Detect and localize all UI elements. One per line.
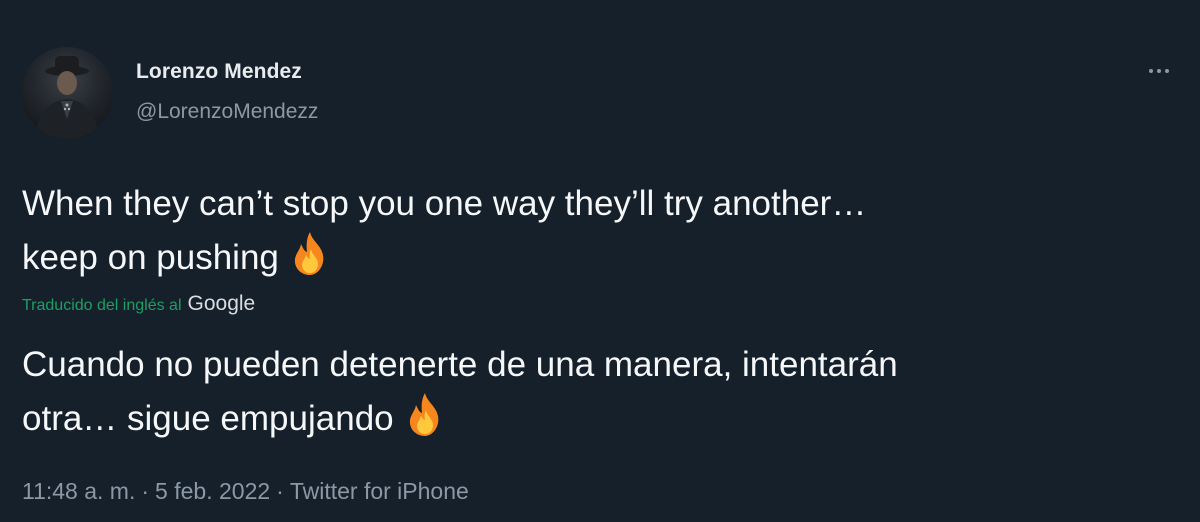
avatar[interactable]: [21, 47, 113, 139]
meta-separator: ·: [276, 478, 284, 504]
author-handle[interactable]: @LorenzoMendezz: [136, 100, 318, 124]
meta-separator: ·: [141, 478, 150, 504]
tweet-card: Lorenzo Mendez @LorenzoMendezz When they…: [0, 0, 1200, 522]
translation-label[interactable]: Traducido del inglés al: [22, 297, 182, 315]
author-display-name[interactable]: Lorenzo Mendez: [136, 60, 302, 84]
tweet-text-line-1: When they can’t stop you one way they’ll…: [22, 184, 867, 223]
translation-attribution: Traducido del inglés al Google: [22, 292, 255, 316]
tweet-text-line-2: keep on pushing: [22, 238, 279, 277]
more-options-icon[interactable]: [1142, 58, 1176, 84]
tweet-metadata: 11:48 a. m. · 5 feb. 2022 · Twitter for iPho…: [22, 478, 469, 505]
tweet-date[interactable]: 5 feb. 2022: [155, 478, 270, 504]
google-logo: Google: [187, 292, 256, 315]
tweet-time[interactable]: 11:48 a. m.: [22, 478, 135, 504]
translated-text: Cuando no pueden detenerte de una manera…: [22, 339, 1172, 444]
fire-icon: [285, 229, 335, 279]
tweet-source[interactable]: Twitter for iPhone: [290, 478, 469, 504]
translated-text-line-1: Cuando no pueden detenerte de una manera…: [22, 345, 898, 384]
fire-icon: [400, 390, 450, 440]
tweet-text: When they can’t stop you one way they’ll…: [22, 178, 1172, 283]
translated-text-line-2: otra… sigue empujando: [22, 399, 394, 438]
